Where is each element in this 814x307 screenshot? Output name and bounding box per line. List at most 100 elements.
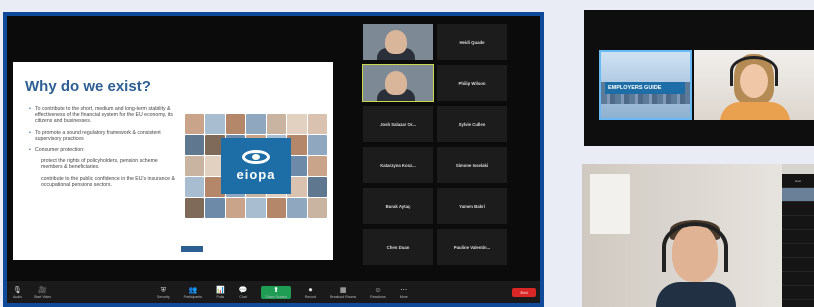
side-participant-tile[interactable] — [782, 272, 814, 286]
participant-tile[interactable]: Chen Duan — [363, 229, 433, 265]
presenter-video — [582, 164, 782, 307]
portrait-photo — [287, 198, 307, 218]
portrait-photo — [185, 156, 205, 176]
portrait-photo — [307, 198, 327, 218]
portrait-photo — [185, 114, 205, 134]
participant-tile[interactable]: Josh Salazar Or... — [363, 106, 433, 142]
share-icon: ⬆ — [273, 286, 280, 294]
participant-name: Josh Salazar Or... — [380, 121, 416, 127]
shared-slide: Why do we exist? To contribute to the sh… — [13, 62, 333, 260]
mic-button[interactable]: 🎙 Audio — [13, 286, 22, 299]
portrait-photo — [246, 114, 266, 134]
toolbar-label: Participants — [183, 294, 202, 299]
portrait-photo — [266, 114, 287, 134]
eiopa-logo-text: eiopa — [236, 167, 276, 182]
side-participant-tile[interactable] — [782, 216, 814, 230]
portrait-photo — [307, 114, 327, 134]
participant-tile[interactable]: Katarzyna Kosz... — [363, 147, 433, 183]
toolbar-label: Share Screen — [265, 294, 287, 299]
participant-tile[interactable]: Sylvie Cullen — [437, 106, 507, 142]
participant-tile[interactable]: Pauline Valentin... — [437, 229, 507, 265]
main-meeting-window: Why do we exist? To contribute to the sh… — [3, 12, 544, 307]
slide-sub-bullet: protect the rights of policyholders, pen… — [41, 158, 158, 171]
reactions-icon: ☺ — [374, 286, 382, 294]
side-participant-tile[interactable] — [782, 286, 814, 300]
portrait-photo — [185, 198, 205, 218]
mic-icon: 🎙 — [13, 286, 22, 294]
eye-logo-icon — [242, 150, 270, 164]
participants-button[interactable]: 👥 Participants — [184, 286, 202, 299]
side-participant-tile[interactable] — [782, 202, 814, 216]
participant-tile[interactable]: Heidi Quade — [437, 24, 507, 60]
participant-tile[interactable]: Yamen Bakri — [437, 188, 507, 224]
toolbar-left-group: 🎙 Audio 🎥 Start Video — [7, 286, 51, 299]
poll-icon: 📊 — [215, 286, 225, 294]
participant-name: Sylvie Cullen — [458, 121, 486, 127]
shield-icon: ⛨ — [160, 286, 166, 294]
side-participant-tile[interactable] — [782, 244, 814, 258]
meeting-toolbar: 🎙 Audio 🎥 Start Video ⛨ Security 👥 Participant… — [7, 281, 540, 303]
portrait-photo — [307, 135, 327, 155]
slide-title: Why do we exist? — [25, 78, 151, 95]
presenter-shirt — [656, 282, 736, 307]
slide-bullet-list: To contribute to the short, medium and l… — [29, 106, 177, 193]
end-meeting-button[interactable]: End — [512, 287, 536, 297]
portrait-photo — [205, 114, 225, 134]
participant-name: Burak Aytaç — [385, 203, 411, 209]
participant-face — [385, 71, 407, 95]
headset-icon — [730, 56, 778, 86]
headset-icon — [662, 222, 728, 272]
camera-button[interactable]: 🎥 Start Video — [34, 286, 51, 299]
window-light — [590, 174, 630, 234]
slide-bullet: To contribute to the short, medium and l… — [29, 106, 177, 125]
portrait-photo — [225, 114, 246, 134]
rooms-button[interactable]: ▦ Breakout Rooms — [330, 286, 356, 299]
side-participant-tile[interactable] — [782, 230, 814, 244]
slide-footer-tag — [181, 246, 203, 252]
participant-tile[interactable] — [362, 64, 434, 102]
participant-side-panel: Host — [782, 174, 814, 307]
rooms-icon: ▦ — [339, 286, 347, 294]
portrait-photo — [185, 177, 205, 197]
toolbar-label: More — [399, 294, 408, 299]
slide-banner: EMPLOYERS GUIDE — [605, 82, 685, 94]
chat-icon: 💬 — [238, 286, 248, 294]
toolbar-center-group: ⛨ Security 👥 Participants 📊 Polls 💬 Chat ⬆ Share … — [157, 285, 408, 299]
toolbar-label: Breakout Rooms — [330, 294, 357, 299]
speaker-shirt — [720, 102, 790, 120]
portrait-photo — [266, 198, 287, 218]
participant-name: Simone Isselaki — [455, 162, 489, 168]
slide-sub-bullet: contribute to the public confidence in t… — [41, 175, 175, 188]
toolbar-label: Audio — [13, 294, 22, 299]
camera-icon: 🎥 — [38, 286, 47, 294]
share-button[interactable]: ⬆ Share Screen — [261, 285, 291, 299]
poll-button[interactable]: 📊 Polls — [216, 286, 225, 299]
record-icon: ⏺ — [308, 286, 313, 294]
side-participant-tile[interactable] — [782, 188, 814, 202]
portrait-photo — [307, 177, 327, 197]
toolbar-label: Start Video — [33, 294, 52, 299]
toolbar-label: Record — [304, 294, 317, 299]
participant-tile[interactable] — [363, 24, 433, 60]
slide-divider — [25, 98, 135, 100]
presenter-view-window: Host — [582, 164, 814, 307]
reactions-button[interactable]: ☺ Reactions — [370, 286, 386, 299]
toolbar-label: Chat — [239, 294, 247, 299]
participant-name: Philip Wilson — [458, 80, 486, 86]
participant-tile[interactable]: Simone Isselaki — [437, 147, 507, 183]
more-button[interactable]: ⋯ More — [400, 286, 408, 299]
chat-button[interactable]: 💬 Chat — [239, 286, 248, 299]
record-button[interactable]: ⏺ Record — [305, 286, 316, 299]
portrait-photo — [225, 198, 246, 218]
shield-button[interactable]: ⛨ Security — [157, 286, 170, 299]
side-participant-name: Host — [795, 178, 801, 183]
participant-tile[interactable]: Philip Wilson — [437, 65, 507, 101]
eiopa-logo: eiopa — [221, 138, 291, 194]
side-participant-tile[interactable] — [782, 258, 814, 272]
speaker-video — [694, 50, 814, 120]
participant-tile[interactable]: Burak Aytaç — [363, 188, 433, 224]
slide-bullet: To promote a sound regulatory framework … — [29, 130, 177, 142]
portrait-photo — [205, 198, 225, 218]
shared-screen-thumbnail: EMPLOYERS GUIDE — [599, 50, 692, 120]
side-participant-tile[interactable]: Host — [782, 174, 814, 188]
